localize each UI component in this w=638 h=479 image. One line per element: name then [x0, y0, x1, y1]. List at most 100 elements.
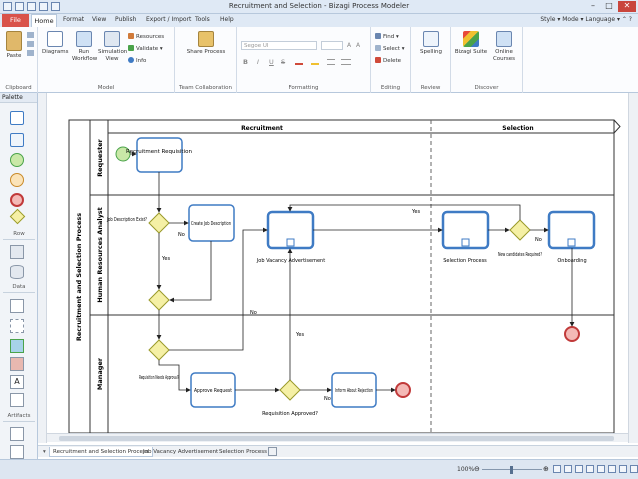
bizagi-suite-button[interactable]: Bizagi Suite [454, 31, 488, 56]
shrink-font-icon[interactable]: A [356, 42, 360, 49]
grow-font-icon[interactable]: A [347, 42, 351, 49]
maximize-icon[interactable]: □ [602, 1, 616, 12]
image-tool-icon[interactable] [10, 339, 24, 353]
canvas-vertical-scrollbar[interactable] [628, 93, 638, 443]
diagrams-button[interactable]: Diagrams [42, 31, 68, 56]
grid-icon[interactable] [575, 465, 583, 473]
menu-view[interactable]: View [92, 16, 106, 23]
subprocess-marker-icon [461, 238, 470, 247]
menu-right-options[interactable]: Style ▾ Mode ▾ Language ▾ ⌃ ? [540, 16, 632, 23]
tab-scroll-icon[interactable]: ▾ [40, 447, 49, 457]
minimize-icon[interactable]: – [586, 1, 600, 12]
menu-home[interactable]: Home [31, 14, 57, 27]
group-tool-icon[interactable] [10, 319, 24, 333]
select-label: Select ▾ [383, 46, 405, 52]
task-recruitment-requisition[interactable] [136, 137, 183, 173]
task-tool-icon[interactable] [10, 111, 24, 125]
tab-selection-process[interactable]: Selection Process [216, 447, 270, 457]
simulation-view-button[interactable]: Simulation View [98, 31, 127, 63]
validate-label: Validate ▾ [136, 46, 163, 52]
palette-section-data: Data [12, 284, 26, 290]
task-label-approve-request: Approve Request [194, 388, 232, 394]
model-group-label: Model [97, 85, 115, 91]
fill-color-icon[interactable] [311, 58, 319, 65]
menu-format[interactable]: Format [63, 16, 84, 23]
fullscreen-icon[interactable] [597, 465, 605, 473]
layout-icon[interactable] [608, 465, 616, 473]
menu-tools[interactable]: Tools [195, 16, 210, 23]
header-tool-icon[interactable] [10, 357, 24, 371]
line-style-icon[interactable] [327, 59, 335, 65]
end-event-onboarding[interactable] [564, 326, 580, 342]
clipboard-group-label: Clipboard [5, 85, 32, 91]
copy-icon[interactable] [27, 41, 34, 47]
present-icon[interactable] [630, 465, 638, 473]
text-tool-icon[interactable]: A [10, 375, 24, 389]
font-name-select[interactable]: Segoe UI [241, 41, 317, 50]
text-annotation-tool-icon[interactable] [10, 299, 24, 313]
end-event-tool-icon[interactable] [10, 193, 24, 207]
cut-icon[interactable] [27, 32, 34, 38]
tab-job-vacancy[interactable]: Job Vacancy Advertisement [140, 447, 221, 457]
font-size-select[interactable] [321, 41, 343, 50]
run-workflow-button[interactable]: Run Workflow [72, 31, 97, 63]
fit-page-icon[interactable] [553, 465, 561, 473]
subprocess-tool-icon[interactable] [10, 133, 24, 147]
menu-export-import[interactable]: Export / Import [146, 16, 191, 23]
zoom-out-icon[interactable]: ⊖ [474, 465, 480, 473]
validate-button[interactable]: Validate ▾ [128, 45, 163, 52]
align-icon[interactable] [341, 59, 351, 65]
info-button[interactable]: Info [128, 57, 146, 64]
fit-width-icon[interactable] [564, 465, 572, 473]
online-courses-icon [496, 31, 512, 47]
menu-publish[interactable]: Publish [115, 16, 136, 23]
underline-icon[interactable]: U [269, 58, 274, 66]
select-button[interactable]: Select ▾ [375, 45, 404, 52]
spelling-button[interactable]: Spelling [415, 31, 447, 56]
diagram-canvas[interactable]: Recruitment and Selection Process Reques… [47, 93, 628, 434]
print-preview-icon[interactable] [619, 465, 627, 473]
diagrams-icon [47, 31, 63, 47]
palette-section-row: Row [13, 231, 25, 237]
tab-recruitment-selection[interactable]: Recruitment and Selection Process [49, 447, 153, 457]
phase-label-selection: Selection [502, 125, 533, 132]
pool-label: Recruitment and Selection Process [75, 213, 83, 341]
find-button[interactable]: Find ▾ [375, 33, 399, 40]
pool-tool-icon[interactable] [10, 427, 24, 441]
menu-file[interactable]: File [2, 14, 29, 27]
canvas-horizontal-scrollbar[interactable] [47, 433, 628, 442]
bold-icon[interactable]: B [243, 58, 248, 66]
paste-button[interactable]: Paste [3, 31, 25, 60]
lane-tool-icon[interactable] [10, 445, 24, 459]
intermediate-event-tool-icon[interactable] [10, 173, 24, 187]
scroll-thumb[interactable] [59, 436, 614, 441]
delete-icon [375, 57, 381, 63]
resources-button[interactable]: Resources [128, 33, 164, 40]
italic-icon[interactable]: I [257, 58, 259, 66]
start-event-tool-icon[interactable] [10, 153, 24, 167]
diagram-tabs: ▾ Recruitment and Selection Process Job … [38, 445, 638, 457]
delete-button[interactable]: Delete [375, 57, 401, 64]
end-event-rejection[interactable] [395, 382, 411, 398]
menu-help[interactable]: Help [220, 16, 234, 23]
gateway-tool-icon[interactable] [9, 208, 26, 225]
diagrams-label: Diagrams [42, 49, 69, 55]
gateway-label-jd-exist: Job Description Exist? [106, 217, 147, 223]
font-color-icon[interactable] [295, 58, 303, 65]
palette-scrollbar[interactable] [38, 93, 47, 443]
data-store-tool-icon[interactable] [10, 265, 24, 279]
link-tool-icon[interactable] [10, 393, 24, 407]
strikethrough-icon[interactable]: S [281, 58, 285, 66]
palette-title: Palette [0, 93, 37, 103]
data-object-tool-icon[interactable] [10, 245, 24, 259]
flow-label-yes-1: Yes [161, 256, 170, 262]
palette-panel: Palette Row Data A Artifacts [0, 93, 38, 459]
overview-icon[interactable] [586, 465, 594, 473]
zoom-in-icon[interactable]: ⊕ [543, 465, 549, 473]
close-icon[interactable]: ✕ [618, 1, 636, 12]
new-tab-icon[interactable] [268, 447, 277, 456]
format-painter-icon[interactable] [27, 50, 34, 56]
zoom-slider-thumb[interactable] [510, 466, 513, 474]
online-courses-button[interactable]: Online Courses [489, 31, 519, 63]
share-process-button[interactable]: Share Process [183, 31, 229, 56]
